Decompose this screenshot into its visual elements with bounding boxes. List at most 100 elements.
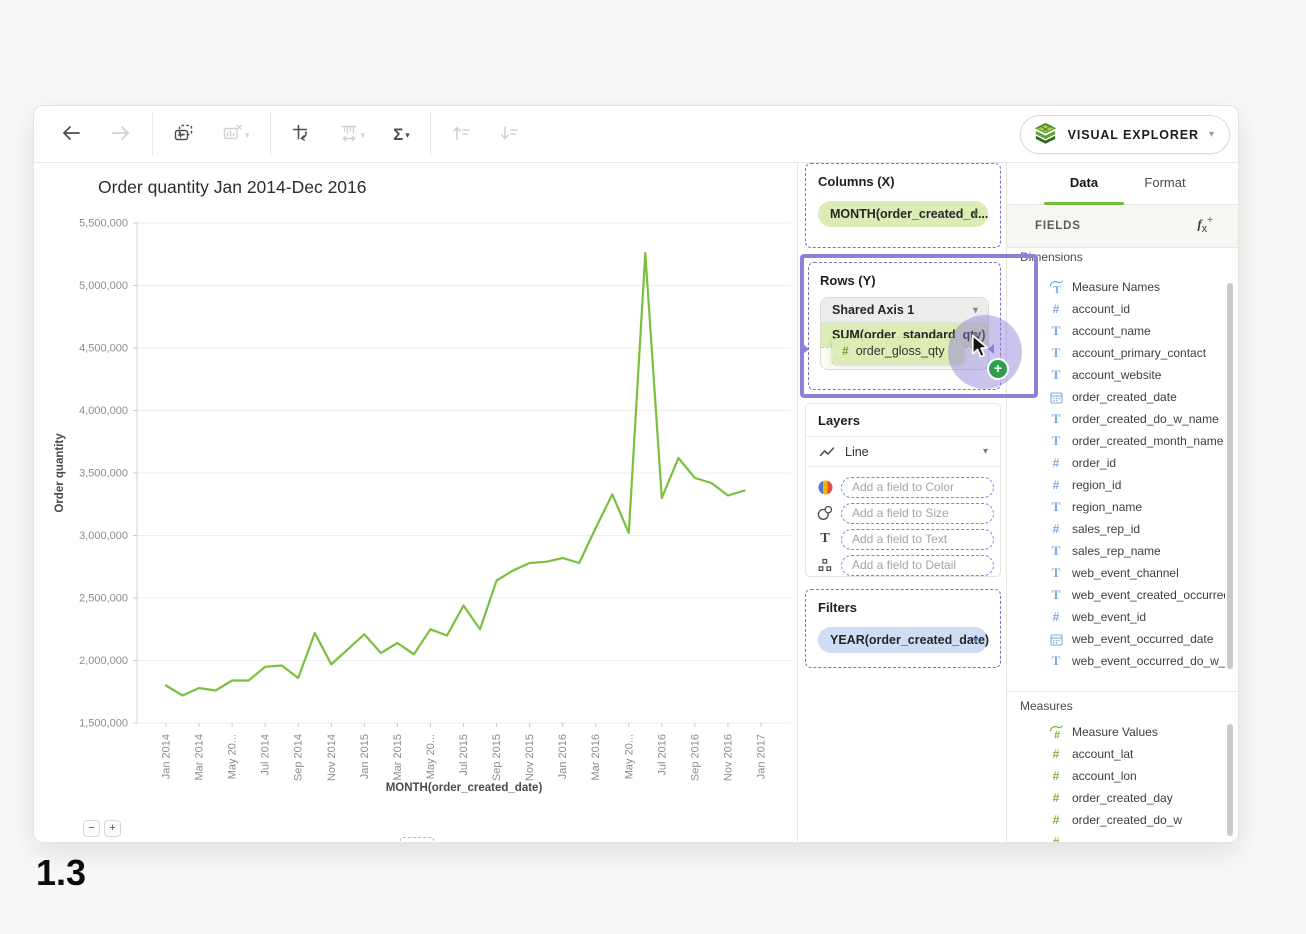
layer-slot-dropzone[interactable]: Add a field to Color (841, 477, 994, 498)
screenshot-stage: ▾▾Σ▾ VISUAL EXPLORER ▾ Order quantity Ja… (0, 0, 1306, 934)
field-item-measure-values[interactable]: #Measure Values (1007, 721, 1225, 743)
field-item-measure-names[interactable]: TMeasure Names (1007, 276, 1225, 298)
tab-format[interactable]: Format (1125, 162, 1205, 204)
field-item-account-name[interactable]: Taccount_name (1007, 320, 1225, 342)
add-calculated-field-button[interactable]: fx+ (1197, 215, 1213, 235)
panel-tabs: Data Format (1007, 162, 1239, 205)
tab-data[interactable]: Data (1044, 162, 1124, 204)
layer-slot-dropzone[interactable]: Add a field to Size (841, 503, 994, 524)
measures-section-label: Measures (1020, 699, 1073, 713)
layer-slot-dropzone[interactable]: Add a field to Text (841, 529, 994, 550)
toolbar-back-button[interactable] (54, 119, 88, 150)
svg-text:Jan 2016: Jan 2016 (557, 734, 569, 779)
svg-text:T: T (1053, 284, 1061, 294)
section-divider (1007, 691, 1239, 692)
dimensions-list: TMeasure Names#account_idTaccount_nameTa… (1007, 276, 1225, 672)
number-icon: # (1048, 835, 1064, 843)
toolbar-remove-viz-button[interactable]: ▾ (216, 119, 256, 150)
field-item-account-primary-contact[interactable]: Taccount_primary_contact (1007, 342, 1225, 364)
number-icon: # (1048, 813, 1064, 827)
field-item-account-lon[interactable]: #account_lon (1007, 765, 1225, 787)
toolbar-bar-width-button[interactable]: ▾ (333, 119, 372, 150)
fields-header-label: FIELDS (1035, 220, 1081, 232)
zoom-in-button[interactable]: + (104, 820, 121, 837)
chevron-down-icon: ▾ (983, 446, 988, 457)
sort-ascending-icon (451, 123, 471, 146)
field-item-order-id[interactable]: #order_id (1007, 452, 1225, 474)
svg-text:May 20...: May 20... (227, 734, 239, 779)
toolbar-sort-ascending-button[interactable] (445, 119, 477, 150)
number-icon: # (1048, 522, 1064, 536)
svg-text:Jan 2014: Jan 2014 (161, 734, 173, 779)
toolbar-swap-axes-button[interactable] (285, 119, 317, 150)
dragged-field-chip[interactable]: # order_gloss_qty (832, 338, 964, 364)
filter-field-pill[interactable]: YEAR(order_created_date) ▾ (818, 627, 988, 653)
field-item-order-created-date[interactable]: order_created_date (1007, 386, 1225, 408)
toolbar-duplicate-viz-button[interactable] (167, 119, 200, 150)
svg-text:Nov 2016: Nov 2016 (722, 734, 734, 781)
field-item-account-lat[interactable]: #account_lat (1007, 743, 1225, 765)
measures-list: #Measure Values#account_lat#account_lon#… (1007, 721, 1225, 843)
svg-text:Jul 2015: Jul 2015 (458, 734, 470, 776)
field-item-order-created-do-w-name[interactable]: Torder_created_do_w_name (1007, 408, 1225, 430)
field-item-order-created-month-name[interactable]: Torder_created_month_name (1007, 430, 1225, 452)
field-item-sales-rep-name[interactable]: Tsales_rep_name (1007, 540, 1225, 562)
toolbar-sort-descending-button[interactable] (493, 119, 525, 150)
field-item-web-event-created-occurred-[interactable]: Tweb_event_created_occurred... (1007, 584, 1225, 606)
dimensions-scrollbar[interactable] (1227, 283, 1233, 669)
dimensions-section-label: Dimensions (1020, 250, 1083, 264)
measures-scrollbar[interactable] (1227, 724, 1233, 836)
columns-shelf: Columns (X) MONTH(order_created_d... ▾ (805, 163, 1001, 248)
text-icon: T (1048, 323, 1064, 339)
app-window: ▾▾Σ▾ VISUAL EXPLORER ▾ Order quantity Ja… (33, 105, 1239, 843)
shared-axis-label: Shared Axis 1 (832, 303, 914, 317)
text-icon: T (1048, 543, 1064, 559)
text-icon: T (1048, 653, 1064, 669)
field-item-region-name[interactable]: Tregion_name (1007, 496, 1225, 518)
mark-type-label: Line (845, 445, 869, 459)
swap-axes-icon (291, 123, 311, 146)
field-item-web-event-channel[interactable]: Tweb_event_channel (1007, 562, 1225, 584)
svg-text:Mar 2014: Mar 2014 (194, 734, 206, 780)
shared-axis-header[interactable]: Shared Axis 1 ▾ (821, 298, 988, 322)
svg-text:4,500,000: 4,500,000 (79, 343, 128, 355)
zoom-out-button[interactable]: − (83, 820, 100, 837)
drop-position-marker-left (803, 344, 809, 354)
number-icon: # (1048, 769, 1064, 783)
filters-shelf: Filters YEAR(order_created_date) ▾ (805, 589, 1001, 668)
field-item-order-created-do-w[interactable]: #order_created_do_w (1007, 809, 1225, 831)
canvas-divider (797, 162, 798, 842)
field-item-web-event-id[interactable]: #web_event_id (1007, 606, 1225, 628)
number-icon: # (1048, 302, 1064, 316)
columns-shelf-title: Columns (X) (818, 174, 988, 189)
svg-text:Mar 2016: Mar 2016 (590, 734, 602, 780)
svg-text:Sep 2014: Sep 2014 (293, 734, 305, 781)
field-item-account-id[interactable]: #account_id (1007, 298, 1225, 320)
field-item-region-id[interactable]: #region_id (1007, 474, 1225, 496)
toolbar-forward-button[interactable] (104, 119, 138, 150)
canvas-drag-handle[interactable] (400, 837, 434, 843)
svg-text:MONTH(order_created_date): MONTH(order_created_date) (386, 782, 543, 794)
layers-title: Layers (818, 413, 988, 428)
columns-field-pill[interactable]: MONTH(order_created_d... ▾ (818, 201, 988, 227)
svg-text:Jul 2014: Jul 2014 (260, 734, 272, 776)
remove-viz-icon (222, 123, 243, 146)
mark-type-select[interactable]: Line ▾ (806, 437, 1000, 467)
field-item-web-event-occurred-date[interactable]: web_event_occurred_date (1007, 628, 1225, 650)
field-item-sales-rep-id[interactable]: #sales_rep_id (1007, 518, 1225, 540)
text-icon: T (1048, 345, 1064, 361)
color-icon (816, 479, 834, 496)
toolbar-divider (152, 112, 153, 156)
field-item-order-created-day[interactable]: #order_created_day (1007, 787, 1225, 809)
svg-text:May 20...: May 20... (425, 734, 437, 779)
number-icon: # (1048, 791, 1064, 805)
field-item-account-website[interactable]: Taccount_website (1007, 364, 1225, 386)
data-panel: Data Format FIELDS fx+ Dimensions TMeasu… (1006, 162, 1239, 842)
layer-slot-dropzone[interactable]: Add a field to Detail (841, 555, 994, 576)
text-icon: T (1048, 433, 1064, 449)
field-item-web-event-occurred-do-w-na-[interactable]: Tweb_event_occurred_do_w_na... (1007, 650, 1225, 672)
toolbar-aggregate-button[interactable]: Σ▾ (387, 122, 416, 147)
detail-icon (816, 558, 834, 572)
visual-explorer-button[interactable]: VISUAL EXPLORER ▾ (1020, 115, 1230, 154)
field-item-clipped[interactable]: # (1007, 831, 1225, 843)
